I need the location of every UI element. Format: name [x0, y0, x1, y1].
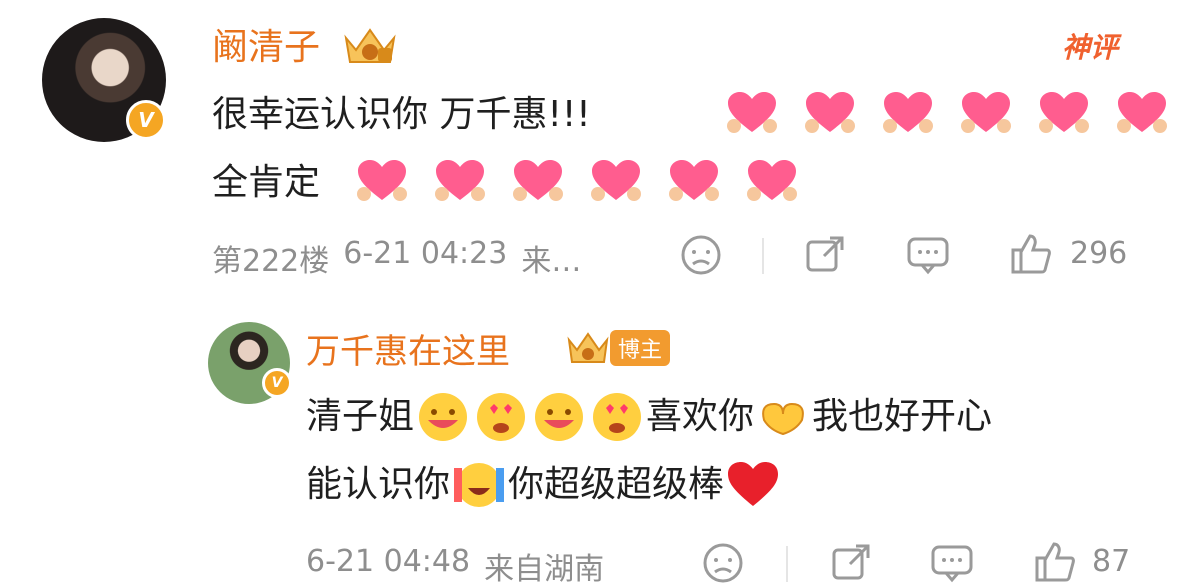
excited-emoji-icon — [454, 463, 505, 507]
comment-username[interactable]: 阚清子 — [212, 18, 320, 70]
heart-hands-icon — [512, 158, 564, 204]
comment-icon[interactable] — [906, 234, 950, 280]
blogger-tag: 博主 — [566, 328, 671, 368]
reply-meta: 6-21 04:48 来自湖南 — [306, 544, 604, 588]
share-icon[interactable] — [804, 234, 846, 280]
heart-emoji-row — [720, 90, 1174, 136]
heart-hands-icon — [590, 158, 642, 204]
crown-badge-icon — [342, 22, 398, 68]
red-heart-icon — [728, 462, 779, 506]
reply-text-line2: 能认识你 你超级超级棒 — [306, 452, 782, 518]
hug-emoji-icon — [419, 393, 468, 441]
comment-time: 6-21 04:23 — [343, 236, 508, 271]
hug-emoji-icon — [535, 393, 584, 441]
heart-hands-icon — [1038, 90, 1090, 136]
floor-number: 第222楼 — [212, 244, 330, 279]
reply-text-line1: 清子姐 喜欢你 我也好开心 — [306, 384, 992, 450]
reply-like-count: 87 — [1092, 544, 1131, 579]
heart-hands-icon — [668, 158, 720, 204]
verified-badge: V — [262, 368, 292, 398]
like-icon[interactable] — [1034, 540, 1076, 588]
divider — [762, 238, 764, 274]
comment-meta: 第222楼 6-21 04:23 来… — [212, 236, 581, 280]
heart-hands-gesture-icon — [762, 402, 804, 436]
comment-text-line1: 很幸运认识你 万千惠!!! — [212, 94, 591, 135]
like-icon[interactable] — [1010, 232, 1052, 280]
heart-hands-icon — [726, 90, 778, 136]
angry-icon[interactable] — [702, 542, 744, 588]
heart-eyes-emoji-icon — [593, 393, 642, 441]
verified-badge: V — [126, 100, 166, 140]
comment-text-line2: 全肯定 — [212, 162, 321, 203]
comment-icon[interactable] — [930, 542, 974, 588]
divider — [786, 546, 788, 582]
heart-hands-icon — [1116, 90, 1168, 136]
reply-time: 6-21 04:48 — [306, 544, 471, 579]
heart-emoji-row — [350, 158, 804, 204]
heart-eyes-emoji-icon — [477, 393, 526, 441]
heart-hands-icon — [434, 158, 486, 204]
angry-icon[interactable] — [680, 234, 722, 280]
share-icon[interactable] — [830, 542, 872, 588]
like-count: 296 — [1070, 236, 1128, 271]
reply-username[interactable]: 万千惠在这里 — [306, 324, 510, 373]
blogger-label: 博主 — [610, 330, 671, 366]
comment-location: 来… — [521, 244, 582, 279]
heart-hands-icon — [746, 158, 798, 204]
reply-location: 来自湖南 — [484, 552, 605, 587]
heart-hands-icon — [960, 90, 1012, 136]
heart-hands-icon — [804, 90, 856, 136]
heart-hands-icon — [356, 158, 408, 204]
top-comment-badge: 神评 — [1062, 31, 1119, 64]
heart-hands-icon — [882, 90, 934, 136]
